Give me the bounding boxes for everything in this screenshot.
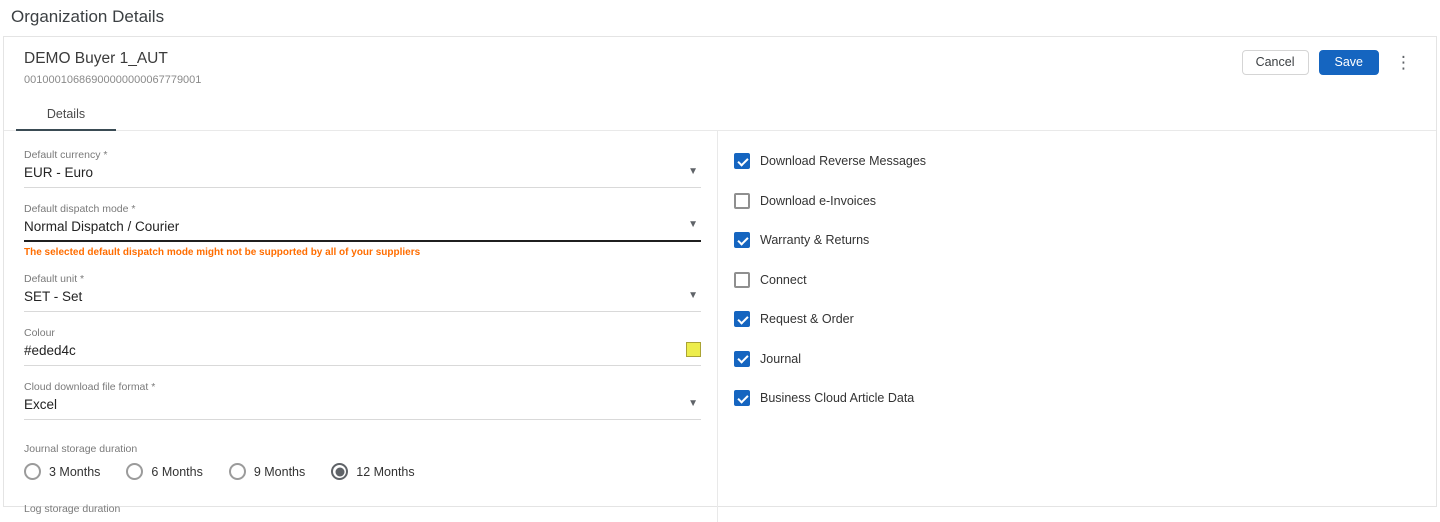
chevron-down-icon[interactable]: ▼	[688, 166, 698, 177]
radio-label: 12 Months	[356, 464, 415, 479]
modules-column: Download Reverse Messages Download e-Inv…	[718, 131, 1436, 522]
radio-icon	[228, 463, 246, 480]
chevron-down-icon[interactable]: ▼	[688, 290, 698, 301]
radio-journal-6-months[interactable]: 6 Months	[126, 463, 203, 480]
tabs-bar: Details	[4, 98, 1436, 131]
checkbox-warranty-returns[interactable]: Warranty & Returns	[734, 232, 1436, 248]
cloud-download-format-value: Excel	[24, 397, 58, 412]
checkbox-icon	[734, 192, 750, 209]
org-id: 00100010686900000000067779001	[24, 74, 202, 86]
default-dispatch-mode-select[interactable]: Default dispatch mode * Normal Dispatch …	[24, 203, 701, 242]
checkbox-download-e-invoices[interactable]: Download e-Invoices	[734, 192, 1436, 209]
default-dispatch-mode-label: Default dispatch mode *	[24, 203, 136, 215]
default-currency-label: Default currency *	[24, 149, 108, 161]
details-content: Default currency * EUR - Euro ▼ Default …	[4, 131, 1436, 522]
org-info: DEMO Buyer 1_AUT 00100010686900000000067…	[24, 50, 201, 86]
chevron-down-icon[interactable]: ▼	[688, 398, 698, 409]
radio-label: 6 Months	[151, 464, 203, 479]
checkbox-icon	[734, 390, 750, 406]
checkbox-label: Business Cloud Article Data	[760, 391, 915, 405]
tab-details[interactable]: Details	[16, 98, 116, 131]
checkbox-label: Download Reverse Messages	[760, 154, 927, 168]
org-name: DEMO Buyer 1_AUT	[24, 50, 168, 67]
checkbox-icon	[734, 350, 750, 367]
log-storage-duration-group: Log storage duration 3 Months 6 Months 9…	[24, 503, 701, 522]
checkbox-label: Download e-Invoices	[760, 193, 877, 208]
colour-value: #eded4c	[24, 343, 76, 358]
checkbox-label: Journal	[760, 351, 801, 366]
tab-details-label: Details	[46, 107, 86, 121]
chevron-down-icon[interactable]: ▼	[688, 219, 698, 230]
checkbox-label: Request & Order	[760, 312, 854, 326]
checkbox-icon	[734, 271, 750, 288]
cloud-download-format-label: Cloud download file format *	[24, 381, 156, 393]
radio-icon	[331, 463, 349, 480]
colour-field[interactable]: Colour #eded4c	[24, 327, 701, 366]
radio-label: 3 Months	[49, 464, 101, 479]
default-dispatch-mode-value: Normal Dispatch / Courier	[24, 219, 180, 234]
checkbox-label: Warranty & Returns	[760, 233, 870, 247]
page-header: Organization Details	[0, 0, 1440, 33]
organization-card: DEMO Buyer 1_AUT 00100010686900000000067…	[3, 36, 1437, 522]
colour-label: Colour	[24, 327, 55, 339]
journal-storage-options: 3 Months 6 Months 9 Months 12 Months	[24, 463, 701, 480]
header-actions: Cancel Save ⋮	[1241, 50, 1418, 75]
checkbox-icon	[734, 232, 750, 248]
default-currency-value: EUR - Euro	[24, 165, 94, 180]
checkbox-download-reverse-messages[interactable]: Download Reverse Messages	[734, 153, 1436, 169]
journal-storage-duration-label: Journal storage duration	[24, 443, 138, 455]
radio-icon	[24, 463, 41, 480]
checkbox-journal[interactable]: Journal	[734, 350, 1436, 367]
checkbox-connect[interactable]: Connect	[734, 271, 1436, 288]
journal-storage-duration-group: Journal storage duration 3 Months 6 Mont…	[24, 443, 701, 480]
radio-journal-12-months[interactable]: 12 Months	[331, 463, 415, 480]
color-swatch[interactable]	[686, 342, 701, 357]
checkbox-icon	[734, 311, 750, 327]
checkbox-request-order[interactable]: Request & Order	[734, 311, 1436, 327]
radio-journal-3-months[interactable]: 3 Months	[24, 463, 100, 480]
card-header: DEMO Buyer 1_AUT 00100010686900000000067…	[4, 37, 1436, 86]
default-currency-select[interactable]: Default currency * EUR - Euro ▼	[24, 149, 701, 188]
page-title: Organization Details	[11, 7, 165, 26]
settings-column: Default currency * EUR - Euro ▼ Default …	[4, 131, 718, 522]
cancel-button[interactable]: Cancel	[1241, 50, 1309, 75]
checkbox-icon	[734, 153, 750, 169]
radio-journal-9-months[interactable]: 9 Months	[228, 463, 306, 480]
default-unit-value: SET - Set	[24, 289, 83, 304]
cloud-download-format-select[interactable]: Cloud download file format * Excel ▼	[24, 381, 701, 420]
dispatch-mode-warning: The selected default dispatch mode might…	[24, 247, 421, 258]
radio-label: 9 Months	[253, 464, 306, 479]
log-storage-duration-label: Log storage duration	[24, 503, 121, 515]
default-unit-select[interactable]: Default unit * SET - Set ▼	[24, 273, 701, 312]
checkbox-label: Connect	[760, 272, 807, 287]
kebab-menu-icon[interactable]: ⋮	[1389, 53, 1418, 73]
radio-icon	[126, 463, 144, 480]
checkbox-business-cloud-article-data[interactable]: Business Cloud Article Data	[734, 390, 1436, 406]
default-unit-label: Default unit *	[24, 273, 85, 285]
save-button[interactable]: Save	[1318, 50, 1379, 75]
